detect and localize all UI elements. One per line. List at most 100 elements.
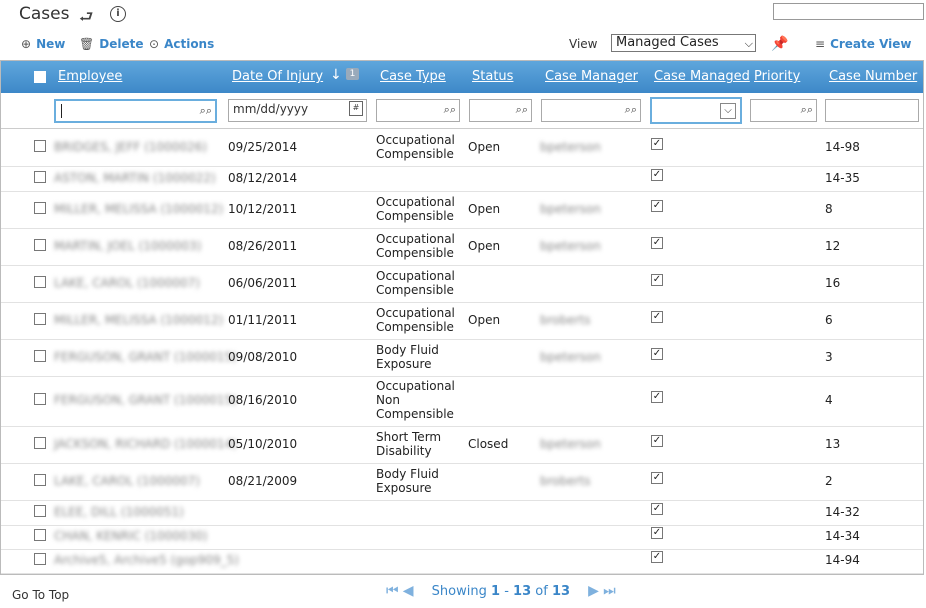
case-type-cell: Compensible: [376, 283, 454, 297]
employee-cell: MILLER, MELISSA (1000012): [54, 313, 224, 327]
select-all-checkbox[interactable]: [34, 71, 46, 83]
priority-filter-input[interactable]: ⌕⌕: [750, 99, 817, 122]
row-select-checkbox[interactable]: [34, 350, 46, 362]
page-title: Cases: [19, 4, 70, 24]
last-page-icon[interactable]: ⏭: [603, 583, 616, 599]
table-row[interactable]: FERGUSON, GRANT (1000015) 09/08/2010 Body …: [1, 339, 923, 377]
case-type-cell: Body Fluid: [376, 467, 439, 481]
new-button[interactable]: ⊕ New: [21, 37, 65, 51]
case-managed-checkmark-icon: ✓: [651, 503, 663, 515]
row-select-checkbox[interactable]: [34, 239, 46, 251]
case-managed-checkmark-icon: ✓: [651, 348, 663, 360]
case-number-filter-input[interactable]: [825, 99, 919, 122]
table-row[interactable]: MILLER, MELISSA (1000012) 01/11/2011 Occup…: [1, 302, 923, 340]
employee-cell: CHAN, KENRIC (1000030): [54, 529, 208, 543]
table-row[interactable]: Archive5, Archive5 (gop909_5) ✓ 14-94: [1, 549, 923, 574]
table-row[interactable]: ELEE, DILL (1000051) ✓ 14-32: [1, 500, 923, 526]
range-start: 1: [491, 584, 501, 599]
row-select-checkbox[interactable]: [34, 505, 46, 517]
case-number-cell: 14-98: [825, 140, 860, 154]
case-managed-filter-select[interactable]: ⌵: [650, 97, 742, 124]
column-header-case-number[interactable]: Case Number: [829, 69, 917, 84]
go-to-top-link[interactable]: Go To Top: [12, 588, 69, 602]
case-managed-checkmark-icon: ✓: [651, 138, 663, 150]
create-view-button[interactable]: ≡ Create View: [815, 37, 912, 51]
date-of-injury-cell: 08/16/2010: [228, 393, 298, 407]
case-type-cell: Body Fluid: [376, 343, 439, 357]
row-select-checkbox[interactable]: [34, 437, 46, 449]
case-type-cell: Occupational: [376, 133, 455, 147]
table-row[interactable]: BRIDGES, JEFF (1000026) 09/25/2014 Occupat…: [1, 130, 923, 167]
table-row[interactable]: FERGUSON, GRANT (1000015) 08/16/2010 Occup…: [1, 376, 923, 427]
employee-cell: BRIDGES, JEFF (1000026): [54, 140, 208, 154]
case-manager-cell: broberts: [540, 313, 591, 327]
sort-descending-icon: ↓: [330, 67, 342, 83]
row-select-checkbox[interactable]: [34, 474, 46, 486]
new-label: New: [36, 37, 66, 51]
case-type-filter-input[interactable]: ⌕⌕: [376, 99, 460, 122]
row-select-checkbox[interactable]: [34, 553, 46, 565]
binoculars-icon[interactable]: ⌕⌕: [516, 101, 528, 119]
case-type-cell: Disability: [376, 444, 432, 458]
case-manager-filter-input[interactable]: ⌕⌕: [541, 99, 641, 122]
sort-order-badge: 1: [346, 68, 359, 80]
pin-icon[interactable]: 📌: [771, 36, 788, 52]
binoculars-icon[interactable]: ⌕⌕: [444, 101, 456, 119]
table-row[interactable]: MILLER, MELISSA (1000012) 10/12/2011 Occup…: [1, 191, 923, 229]
column-header-case-type[interactable]: Case Type: [380, 69, 446, 84]
status-filter-input[interactable]: ⌕⌕: [469, 99, 532, 122]
column-header-priority[interactable]: Priority: [754, 69, 800, 84]
column-header-date-of-injury[interactable]: Date Of Injury: [232, 69, 323, 84]
column-header-status[interactable]: Status: [472, 69, 513, 84]
employee-filter-input[interactable]: ⌕⌕: [54, 99, 217, 123]
binoculars-icon[interactable]: ⌕⌕: [200, 102, 212, 120]
case-number-cell: 16: [825, 276, 841, 290]
row-select-checkbox[interactable]: [34, 171, 46, 183]
status-cell: Open: [468, 140, 501, 154]
employee-cell: MARTIN, JOEL (1000003): [54, 239, 202, 253]
date-filter-placeholder: mm/dd/yyyy: [233, 102, 309, 116]
actions-button[interactable]: ⊙ Actions: [149, 37, 214, 51]
pager: ⏮ ◀ Showing 1 - 13 of 13 ▶ ⏭: [386, 583, 616, 599]
column-header-case-manager[interactable]: Case Manager: [545, 69, 638, 84]
info-icon[interactable]: i: [110, 6, 126, 22]
date-filter-input[interactable]: mm/dd/yyyy #: [228, 99, 367, 122]
calendar-icon[interactable]: #: [349, 101, 363, 116]
first-page-icon[interactable]: ⏮: [386, 583, 399, 599]
case-type-cell: Compensible: [376, 320, 454, 334]
row-select-checkbox[interactable]: [34, 140, 46, 152]
table-row[interactable]: LAKE, CAROL (1000007) 06/06/2011 Occupatio…: [1, 265, 923, 303]
row-select-checkbox[interactable]: [34, 313, 46, 325]
row-select-checkbox[interactable]: [34, 529, 46, 541]
date-of-injury-cell: 08/26/2011: [228, 239, 298, 253]
table-row[interactable]: MARTIN, JOEL (1000003) 08/26/2011 Occupati…: [1, 228, 923, 266]
column-header-case-managed[interactable]: Case Managed: [654, 69, 750, 84]
binoculars-icon[interactable]: ⌕⌕: [801, 101, 813, 119]
column-header-employee[interactable]: Employee: [58, 69, 122, 84]
binoculars-icon[interactable]: ⌕⌕: [625, 101, 637, 119]
case-type-cell: Occupational: [376, 269, 455, 283]
employee-cell: FERGUSON, GRANT (1000015): [54, 350, 237, 364]
previous-page-icon[interactable]: ◀: [403, 583, 414, 599]
row-select-checkbox[interactable]: [34, 276, 46, 288]
date-of-injury-cell: 06/06/2011: [228, 276, 298, 290]
table-row[interactable]: CHAN, KENRIC (1000030) ✓ 14-34: [1, 525, 923, 550]
table-row[interactable]: ASTON, MARTIN (1000022) 08/12/2014 ✓ 14-35: [1, 166, 923, 192]
view-select[interactable]: Managed Cases ⌵: [611, 34, 756, 52]
table-row[interactable]: LAKE, CAROL (1000007) 08/21/2009 Body Flui…: [1, 463, 923, 501]
next-page-icon[interactable]: ▶: [588, 583, 599, 599]
row-select-checkbox[interactable]: [34, 393, 46, 405]
case-number-cell: 2: [825, 474, 833, 488]
case-managed-checkmark-icon: ✓: [651, 274, 663, 286]
view-select-value: Managed Cases: [616, 35, 719, 50]
case-number-cell: 14-32: [825, 505, 860, 519]
range-separator: -: [504, 584, 509, 599]
case-managed-checkmark-icon: ✓: [651, 551, 663, 563]
case-number-cell: 6: [825, 313, 833, 327]
global-search-input[interactable]: [773, 3, 924, 20]
row-select-checkbox[interactable]: [34, 202, 46, 214]
delete-button[interactable]: 🗑 Delete: [79, 37, 143, 51]
table-row[interactable]: JACKSON, RICHARD (1000014) 05/10/2010 Shor…: [1, 426, 923, 464]
back-icon[interactable]: ⮐: [79, 6, 93, 33]
date-of-injury-cell: 08/12/2014: [228, 171, 298, 185]
